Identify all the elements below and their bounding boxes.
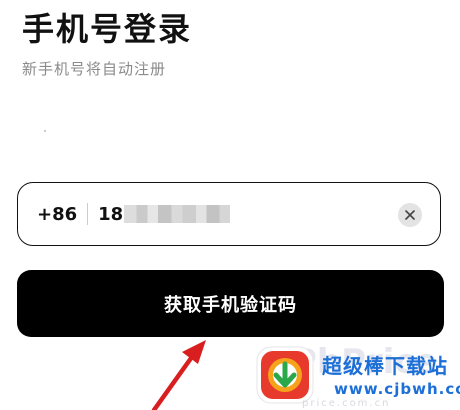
country-code-divider xyxy=(87,203,89,225)
close-icon xyxy=(405,210,415,220)
stray-dot xyxy=(44,130,46,132)
phone-number-masked-blur xyxy=(124,205,231,223)
country-code-selector[interactable]: +86 xyxy=(37,204,77,225)
get-verification-code-button[interactable]: 获取手机验证码 xyxy=(17,270,444,337)
page-title: 手机号登录 xyxy=(22,10,193,48)
login-page: 手机号登录 新手机号将自动注册 +86 18 获取手机验证码 PhPrice 超… xyxy=(0,0,460,410)
watermark-faint-url: price.com.cn xyxy=(302,398,391,409)
site-watermark: PhPrice 超级棒下载站 www.cjbwh.com price.com.c… xyxy=(252,340,460,410)
phone-input-field[interactable]: +86 18 xyxy=(17,182,441,246)
watermark-title: 超级棒下载站 xyxy=(322,354,448,378)
clear-input-button[interactable] xyxy=(398,203,422,227)
download-logo-icon xyxy=(256,346,314,404)
phone-number-prefix: 18 xyxy=(98,203,124,225)
watermark-url: www.cjbwh.com xyxy=(334,380,460,398)
page-subtitle: 新手机号将自动注册 xyxy=(22,60,167,78)
red-arrow-annotation-icon xyxy=(151,340,206,410)
phone-number-value[interactable]: 18 xyxy=(98,203,231,225)
